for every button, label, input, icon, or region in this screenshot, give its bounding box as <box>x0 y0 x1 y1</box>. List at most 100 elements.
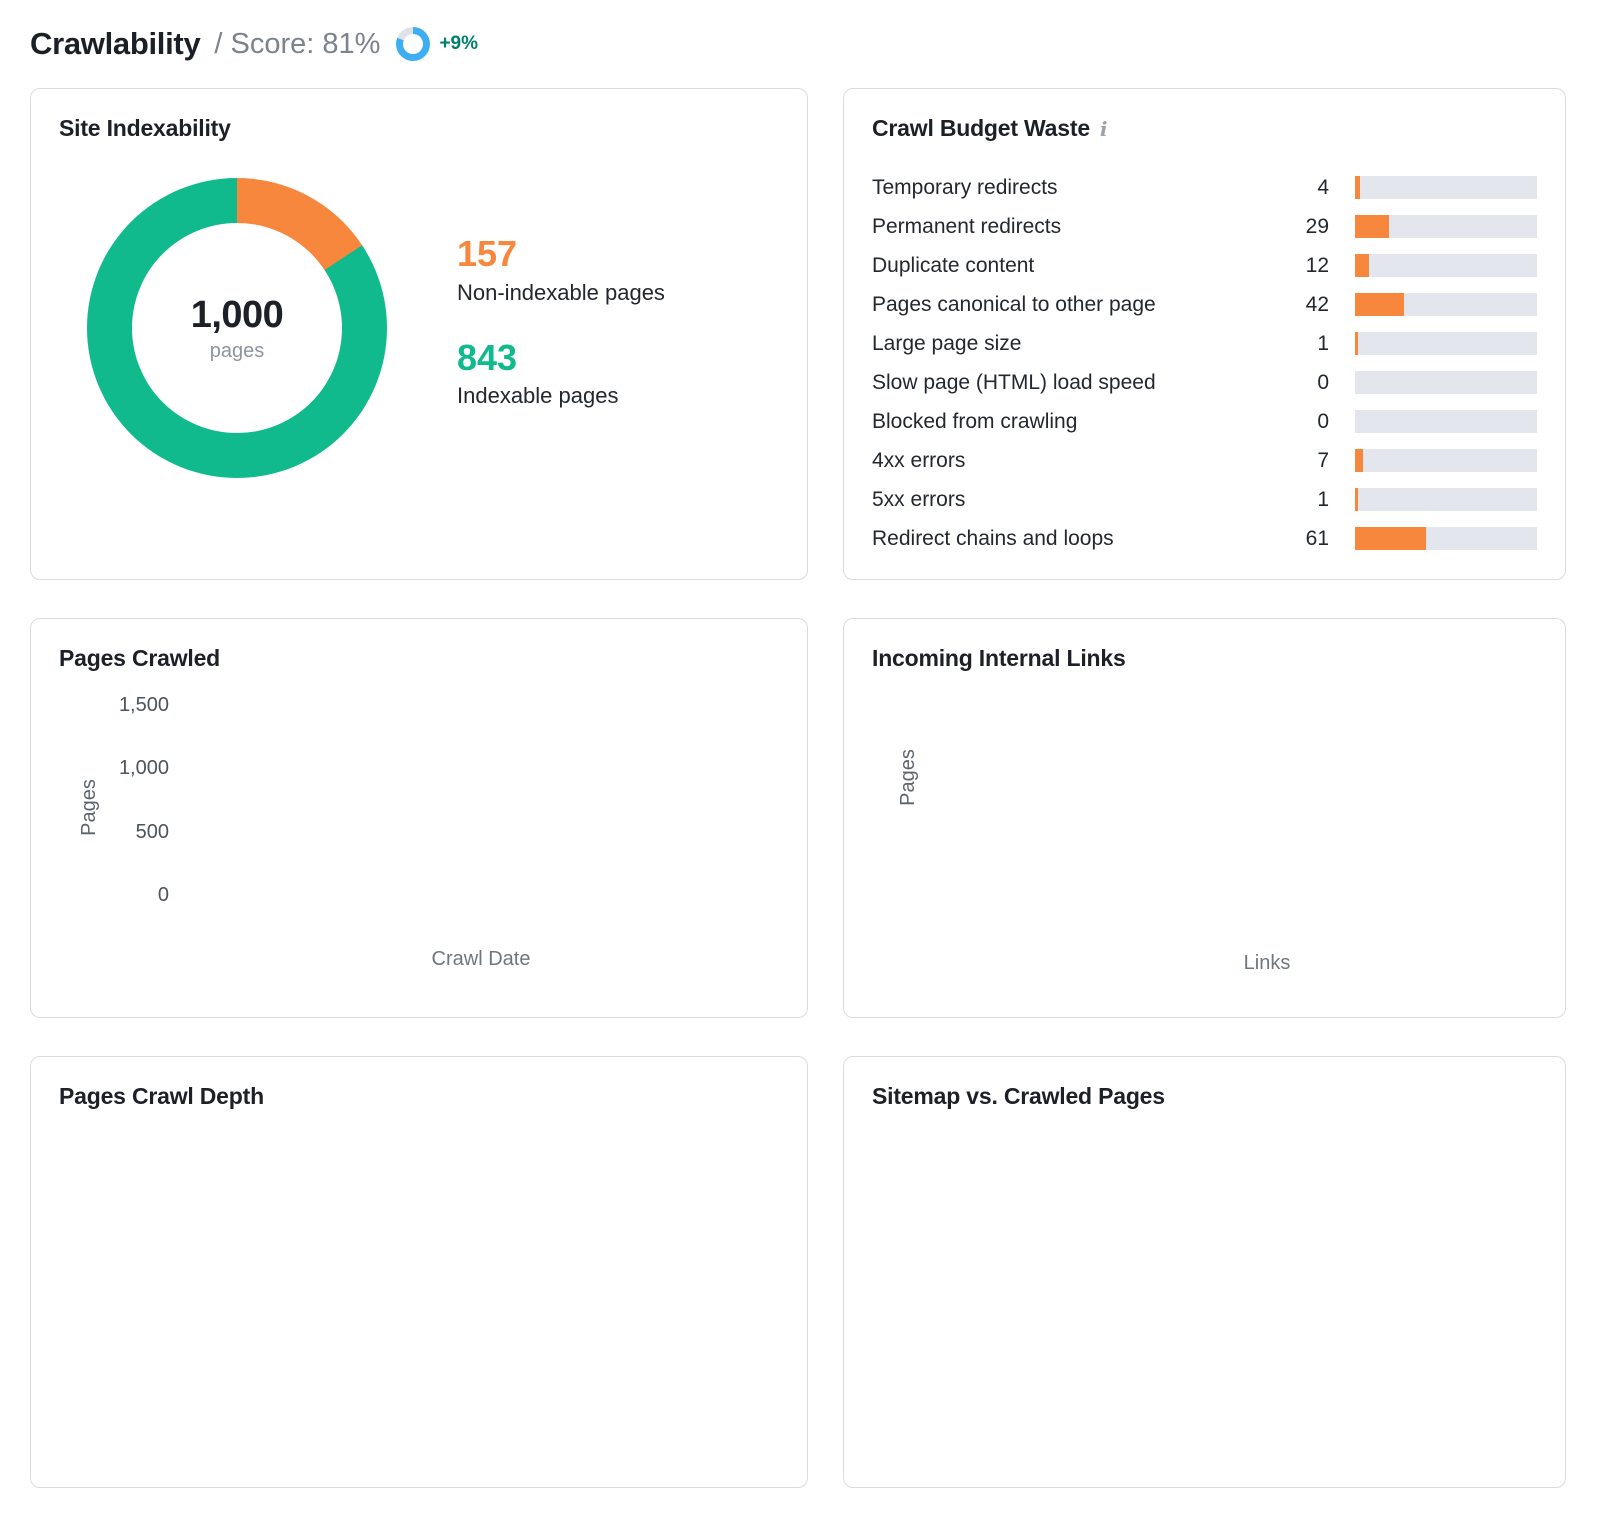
non-indexable-label: Non-indexable pages <box>457 280 665 306</box>
crawl-budget-bar-track[interactable] <box>1355 371 1537 394</box>
crawl-budget-bar-track[interactable] <box>1355 527 1537 550</box>
total-pages-unit: pages <box>210 340 265 363</box>
total-pages-value: 1,000 <box>191 294 284 337</box>
crawl-budget-bar-track[interactable] <box>1355 332 1537 355</box>
crawl-budget-row: Temporary redirects4 <box>872 168 1537 207</box>
crawl-budget-row-label: 5xx errors <box>872 488 1277 512</box>
crawl-budget-row-value: 7 <box>1277 449 1329 473</box>
crawl-budget-row-label: Slow page (HTML) load speed <box>872 371 1277 395</box>
crawl-budget-bar-track[interactable] <box>1355 254 1537 277</box>
card-title: Incoming Internal Links <box>872 645 1537 672</box>
page-header: Crawlability / Score: 81% +9% <box>30 18 1566 70</box>
non-indexable-stat: 157 Non-indexable pages <box>457 234 665 306</box>
crawl-budget-bar-fill <box>1355 527 1426 550</box>
non-indexable-value[interactable]: 157 <box>457 234 665 274</box>
crawl-budget-row-label: Duplicate content <box>872 254 1277 278</box>
pages-crawl-depth-card: Pages Crawl Depth <box>30 1056 808 1488</box>
crawl-budget-row: Slow page (HTML) load speed0 <box>872 363 1537 402</box>
score-delta-badge: +9% <box>439 33 478 55</box>
crawl-budget-row-value: 12 <box>1277 254 1329 278</box>
crawl-budget-row: Pages canonical to other page42 <box>872 285 1537 324</box>
crawl-budget-bar-track[interactable] <box>1355 215 1537 238</box>
crawl-budget-bar-track[interactable] <box>1355 293 1537 316</box>
crawl-budget-bar-track[interactable] <box>1355 410 1537 433</box>
cards-grid: Site Indexability 1,000 pages 157 Non-in… <box>30 88 1566 1488</box>
site-indexability-body: 1,000 pages 157 Non-indexable pages 843 … <box>59 170 779 478</box>
crawl-budget-row-label: Blocked from crawling <box>872 410 1277 434</box>
incoming-links-plot <box>1002 706 1532 851</box>
info-icon[interactable]: i <box>1100 117 1107 141</box>
donut-center <box>116 1205 272 1361</box>
y-tick-label: 500 <box>89 821 169 844</box>
card-title: Site Indexability <box>59 115 779 142</box>
crawl-budget-row: 4xx errors7 <box>872 441 1537 480</box>
crawl-budget-row-value: 0 <box>1277 410 1329 434</box>
crawl-budget-row: Blocked from crawling0 <box>872 402 1537 441</box>
score-ring-chart <box>396 27 430 61</box>
crawl-budget-row-value: 4 <box>1277 176 1329 200</box>
indexable-stat: 843 Indexable pages <box>457 338 665 410</box>
crawl-budget-row-value: 1 <box>1277 332 1329 356</box>
crawl-budget-bar-fill <box>1355 293 1404 316</box>
crawl-budget-row: Duplicate content12 <box>872 246 1537 285</box>
donut-center: 1,000 pages <box>132 223 342 433</box>
y-tick-label: 1,500 <box>89 694 169 717</box>
crawl-budget-bar-fill <box>1355 449 1363 472</box>
crawl-budget-waste-card: Crawl Budget Wastei Temporary redirects4… <box>843 88 1566 580</box>
crawl-budget-bar-fill <box>1355 332 1358 355</box>
crawl-budget-row-value: 29 <box>1277 215 1329 239</box>
crawl-depth-body <box>59 1154 779 1392</box>
crawl-budget-row: Large page size1 <box>872 324 1537 363</box>
crawl-budget-row: Permanent redirects29 <box>872 207 1537 246</box>
card-title-text: Crawl Budget Waste <box>872 115 1090 141</box>
card-title: Crawl Budget Waste i <box>872 115 1537 142</box>
incoming-internal-links-card: Incoming Internal Links Pages Links <box>843 618 1566 1018</box>
score-label: Score: 81% <box>231 28 381 60</box>
crawl-budget-row-label: Large page size <box>872 332 1277 356</box>
crawl-budget-row-label: Permanent redirects <box>872 215 1277 239</box>
crawl-depth-donut-chart[interactable] <box>85 1174 303 1392</box>
score-ring-hole <box>403 34 423 54</box>
crawl-budget-bar-track[interactable] <box>1355 449 1537 472</box>
crawl-budget-row-value: 61 <box>1277 527 1329 551</box>
site-indexability-card: Site Indexability 1,000 pages 157 Non-in… <box>30 88 808 580</box>
score-divider: / <box>214 28 222 60</box>
crawl-budget-bar-fill <box>1355 488 1358 511</box>
crawled-pages-circle[interactable] <box>1070 1238 1150 1318</box>
crawl-budget-bar-fill <box>1355 176 1360 199</box>
crawl-budget-bar-fill <box>1355 215 1389 238</box>
y-axis-title: Pages <box>897 749 920 806</box>
pages-crawled-plot: 1,5001,0005000 <box>187 706 775 896</box>
crawl-budget-bar-fill <box>1355 254 1369 277</box>
crawl-budget-row-label: Pages canonical to other page <box>872 293 1277 317</box>
crawl-budget-row: 5xx errors1 <box>872 480 1537 519</box>
site-indexability-donut-chart[interactable]: 1,000 pages <box>87 178 387 478</box>
crawl-budget-rows: Temporary redirects4Permanent redirects2… <box>872 168 1537 558</box>
incoming-links-chart: Pages Links <box>872 696 1537 996</box>
score-text: / Score: 81% <box>214 28 380 61</box>
x-axis-title: Links <box>1002 952 1532 975</box>
crawl-budget-bar-track[interactable] <box>1355 176 1537 199</box>
card-title: Pages Crawled <box>59 645 779 672</box>
crawl-budget-row: Redirect chains and loops61 <box>872 519 1537 558</box>
x-axis-title: Crawl Date <box>187 948 775 971</box>
y-tick-label: 1,000 <box>89 757 169 780</box>
card-title: Sitemap vs. Crawled Pages <box>872 1083 1537 1110</box>
crawl-budget-row-value: 1 <box>1277 488 1329 512</box>
crawlability-dashboard: Crawlability / Score: 81% +9% Site Index… <box>0 0 1600 1488</box>
crawl-budget-row-value: 42 <box>1277 293 1329 317</box>
indexable-label: Indexable pages <box>457 383 665 409</box>
pages-crawled-card: Pages Crawled Pages 1,5001,0005000 Crawl… <box>30 618 808 1018</box>
crawl-budget-row-label: Temporary redirects <box>872 176 1277 200</box>
indexable-value[interactable]: 843 <box>457 338 665 378</box>
indexability-stats: 157 Non-indexable pages 843 Indexable pa… <box>457 170 665 478</box>
sitemap-vs-crawled-card: Sitemap vs. Crawled Pages <box>843 1056 1566 1488</box>
crawl-budget-row-label: 4xx errors <box>872 449 1277 473</box>
y-tick-label: 0 <box>89 884 169 907</box>
crawl-budget-row-label: Redirect chains and loops <box>872 527 1277 551</box>
crawl-budget-row-value: 0 <box>1277 371 1329 395</box>
card-title: Pages Crawl Depth <box>59 1083 779 1110</box>
crawl-budget-bar-track[interactable] <box>1355 488 1537 511</box>
page-title: Crawlability <box>30 26 200 62</box>
pages-crawled-chart: Pages 1,5001,0005000 Crawl Date <box>59 696 779 996</box>
